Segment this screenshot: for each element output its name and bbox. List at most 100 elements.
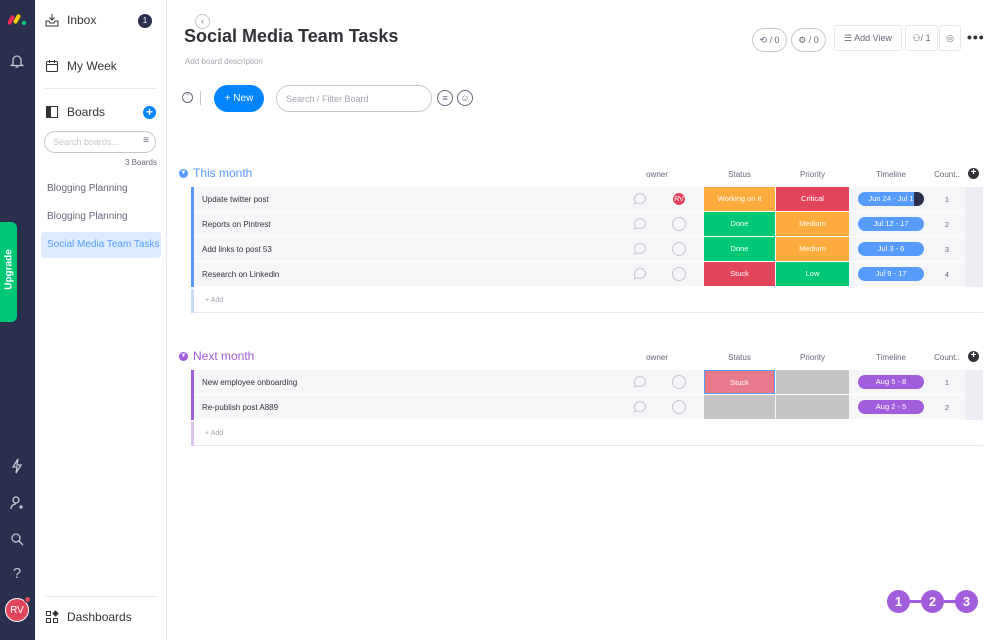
board-description[interactable]: Add board description [185, 57, 263, 66]
add-view-button[interactable]: ☰ Add View [834, 25, 902, 51]
add-item-row[interactable]: + Add [191, 422, 983, 446]
updates-icon[interactable] [633, 217, 647, 231]
column-header-timeline[interactable]: Timeline [858, 353, 924, 362]
automations-button[interactable]: ⚙ / 0 [791, 28, 826, 52]
integrations-button[interactable]: ⟲ / 0 [752, 28, 787, 52]
column-header-timeline[interactable]: Timeline [858, 170, 924, 179]
invite-user-icon[interactable] [8, 494, 26, 512]
item-name[interactable]: Reports on Pintrest [202, 212, 270, 237]
add-board-button[interactable]: + [143, 106, 156, 119]
item-name[interactable]: Update twitter post [202, 187, 269, 212]
sidebar-item-my-week[interactable]: My Week [45, 59, 117, 73]
item-name[interactable]: Re-publish post A889 [202, 395, 278, 420]
timeline-pill[interactable]: Jul 9 - 17 [858, 267, 924, 281]
owner-placeholder-icon[interactable] [672, 242, 686, 256]
status-cell[interactable]: Done [704, 212, 775, 236]
add-item-row[interactable]: + Add [191, 289, 983, 313]
timeline-pill[interactable]: Jul 3 - 6 [858, 242, 924, 256]
upgrade-button[interactable]: Upgrade [0, 222, 17, 322]
table-row[interactable]: Re-publish post A889 Aug 2 - 5 2 [191, 395, 983, 420]
owner-avatar[interactable]: RV [672, 192, 686, 206]
inbox-label: Inbox [67, 13, 97, 27]
group-title[interactable]: Next month [193, 349, 254, 363]
page-1-button[interactable]: 1 [887, 590, 910, 613]
owner-placeholder-icon[interactable] [672, 267, 686, 281]
column-header-count[interactable]: Count.. [934, 170, 960, 179]
updates-icon[interactable] [633, 267, 647, 281]
more-options-icon[interactable]: ••• [967, 29, 985, 45]
timeline-pill[interactable]: Aug 5 - 8 [858, 375, 924, 389]
collapse-groups-icon[interactable]: ⌃ [182, 92, 193, 103]
column-header-status[interactable]: Status [704, 353, 775, 362]
sidebar-item-dashboards[interactable]: Dashboards [45, 610, 132, 624]
timeline-pill[interactable]: Aug 2 - 5 [858, 400, 924, 414]
timeline-pill[interactable]: Jul 12 - 17 [858, 217, 924, 231]
search-icon[interactable] [8, 530, 26, 548]
user-avatar[interactable]: RV [5, 596, 31, 622]
group-color-bar [191, 395, 194, 420]
column-header-owner[interactable]: owner [637, 353, 677, 362]
table-row[interactable]: New employee onboarding Stuck Aug 5 - 8 … [191, 370, 983, 395]
priority-cell[interactable]: Critical [776, 187, 849, 211]
updates-icon[interactable] [633, 242, 647, 256]
add-item-label: + Add [205, 297, 224, 304]
board-link[interactable]: Blogging Planning [41, 176, 161, 202]
page-3-button[interactable]: 3 [955, 590, 978, 613]
timeline-pill[interactable]: Jun 24 - Jul 1 [858, 192, 924, 206]
owner-placeholder-icon[interactable] [672, 400, 686, 414]
column-header-priority[interactable]: Priority [776, 170, 849, 179]
priority-cell[interactable]: Medium [776, 212, 849, 236]
priority-cell[interactable]: Low [776, 262, 849, 286]
item-name[interactable]: Research on Linkedin [202, 262, 279, 287]
item-name[interactable]: Add links to post 53 [202, 237, 272, 262]
table-row[interactable]: Update twitter post RV Working on it Cri… [191, 187, 983, 212]
lightning-icon[interactable] [8, 457, 26, 475]
column-header-owner[interactable]: owner [637, 170, 677, 179]
add-column-button[interactable]: + [968, 168, 979, 179]
status-cell[interactable]: Working on it [704, 187, 775, 211]
column-header-priority[interactable]: Priority [776, 353, 849, 362]
item-name[interactable]: New employee onboarding [202, 370, 297, 395]
owner-placeholder-icon[interactable] [672, 375, 686, 389]
sidebar-item-boards[interactable]: Boards [45, 105, 105, 119]
add-column-button[interactable]: + [968, 351, 979, 362]
members-button[interactable]: ⚇/ 1 [905, 25, 938, 51]
board-search-input[interactable]: Search boards... ≡ [44, 131, 156, 153]
updates-icon[interactable] [633, 192, 647, 206]
table-row[interactable]: Reports on Pintrest Done Medium Jul 12 -… [191, 212, 983, 237]
group-title[interactable]: This month [193, 166, 252, 180]
filter-icon[interactable]: ≡ [143, 135, 149, 146]
automations-icon: ⚙ [798, 35, 807, 45]
integrations-icon: ⟲ [759, 35, 767, 45]
monday-logo-icon[interactable] [8, 12, 28, 26]
sidebar-item-inbox[interactable]: Inbox [45, 13, 96, 27]
status-cell[interactable]: Stuck [704, 262, 775, 286]
updates-icon[interactable] [633, 400, 647, 414]
board-title[interactable]: Social Media Team Tasks [184, 26, 398, 47]
activity-button[interactable]: ◎ [939, 25, 961, 51]
group-collapse-icon[interactable]: ▼ [179, 352, 188, 361]
priority-cell[interactable]: Medium [776, 237, 849, 261]
column-header-status[interactable]: Status [704, 170, 775, 179]
help-icon[interactable]: ? [8, 565, 26, 583]
table-row[interactable]: Add links to post 53 Done Medium Jul 3 -… [191, 237, 983, 262]
bell-icon[interactable] [8, 52, 26, 70]
new-item-button[interactable]: + New [214, 85, 264, 112]
table-row[interactable]: Research on Linkedin Stuck Low Jul 9 - 1… [191, 262, 983, 287]
status-cell[interactable] [704, 395, 775, 419]
members-count: / 1 [920, 33, 931, 43]
board-link[interactable]: Blogging Planning [41, 204, 161, 230]
page-2-button[interactable]: 2 [921, 590, 944, 613]
priority-cell[interactable] [776, 395, 849, 419]
group-collapse-icon[interactable]: ▼ [179, 169, 188, 178]
status-cell[interactable]: Stuck [704, 370, 775, 394]
filter-icon[interactable]: ≡ [437, 90, 453, 106]
person-filter-icon[interactable]: ☺ [457, 90, 473, 106]
owner-placeholder-icon[interactable] [672, 217, 686, 231]
status-cell[interactable]: Done [704, 237, 775, 261]
column-header-count[interactable]: Count.. [934, 353, 960, 362]
board-link-active[interactable]: Social Media Team Tasks [41, 232, 161, 258]
filter-board-input[interactable]: Search / Filter Board [276, 85, 432, 112]
updates-icon[interactable] [633, 375, 647, 389]
priority-cell[interactable] [776, 370, 849, 394]
